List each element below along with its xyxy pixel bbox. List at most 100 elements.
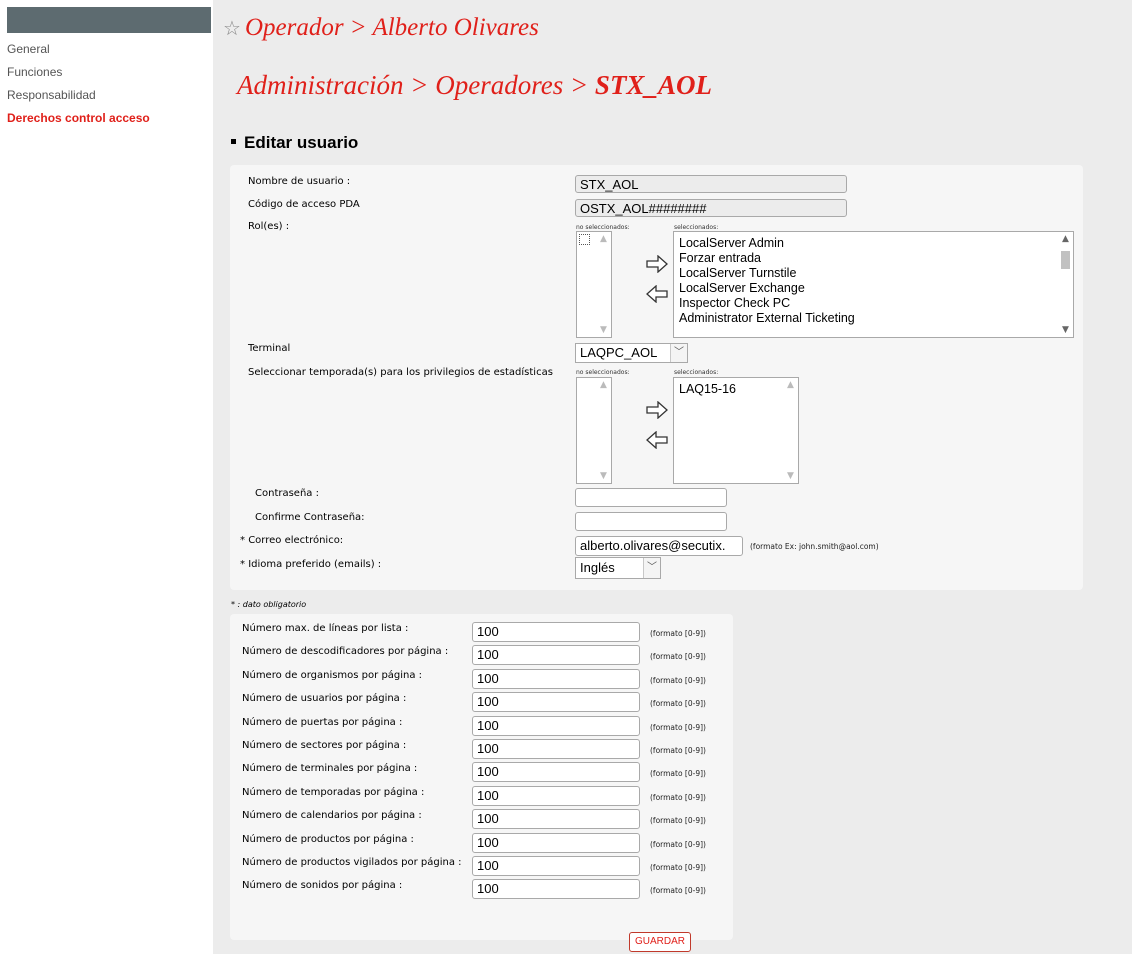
setting-field[interactable]: 100 (472, 715, 640, 736)
setting-format-hint: (formato [0-9]) (650, 863, 706, 872)
section-title-text: Editar usuario (244, 133, 359, 152)
scroll-up-icon[interactable]: ▲ (596, 378, 611, 392)
setting-field[interactable]: 100 (472, 692, 640, 713)
setting-label: Número de terminales por página : (242, 763, 418, 775)
setting-label: Número de calendarios por página : (242, 810, 422, 822)
setting-format-hint: (formato [0-9]) (650, 652, 706, 662)
sidebar-item-funciones[interactable]: Funciones (7, 64, 150, 87)
email-field[interactable]: alberto.olivares@secutix. (575, 536, 743, 556)
role-option[interactable]: LocalServer Turnstile (674, 266, 1073, 281)
setting-format-hint: (formato [0-9]) (650, 792, 706, 802)
terminal-select[interactable]: LAQPC_AOL ﹀ (575, 343, 688, 363)
role-option[interactable]: Forzar entrada (674, 251, 1073, 266)
main-content: ☆ Operador > Alberto Olivares Administrac… (213, 0, 1132, 954)
title-prefix: Operador > (244, 14, 373, 41)
setting-format-hint: (formato [0-9]) (650, 886, 706, 896)
add-season-arrow-icon[interactable] (646, 401, 668, 419)
setting-field[interactable]: 100 (472, 668, 640, 689)
seasons-selected-list[interactable]: LAQ15-16 ▲ ▼ (673, 377, 799, 484)
seasons-unselected-list[interactable]: ▲ ▼ (576, 377, 612, 484)
remove-role-arrow-icon[interactable] (646, 285, 668, 303)
scroll-down-icon[interactable]: ▼ (783, 469, 798, 483)
star-icon[interactable]: ☆ (223, 18, 241, 40)
setting-label: Número de sonidos por página : (242, 880, 403, 892)
setting-label: Número max. de líneas por lista : (242, 623, 409, 634)
setting-field[interactable]: 100 (472, 832, 640, 853)
username-field[interactable]: STX_AOL (575, 175, 847, 193)
setting-format-hint: (formato [0-9]) (650, 629, 706, 638)
setting-field[interactable]: 100 (472, 809, 640, 830)
setting-field[interactable]: 100 (472, 856, 640, 876)
bullet-icon (231, 139, 236, 145)
role-option[interactable]: Administrator External Ticketing (674, 311, 1073, 326)
setting-field[interactable]: 100 (472, 645, 640, 666)
scroll-down-icon[interactable]: ▼ (596, 469, 611, 483)
terminal-select-value: LAQPC_AOL (580, 345, 658, 360)
scroll-up-icon[interactable]: ▲ (783, 378, 798, 392)
role-option[interactable]: Inspector Check PC (674, 296, 1073, 311)
terminal-label: Terminal (248, 343, 291, 354)
language-label: * Idioma preferido (emails) : (240, 559, 382, 570)
roles-unselected-scrollbar[interactable]: ▲ ▼ (596, 232, 611, 337)
setting-label: Número de productos por página : (242, 833, 414, 845)
setting-label: Número de productos vigilados por página… (242, 857, 462, 868)
setting-format-hint: (formato [0-9]) (650, 816, 706, 826)
title-operator-name: Alberto Olivares (372, 14, 539, 41)
section-title: Editar usuario (231, 133, 358, 153)
required-note: * : dato obligatorio (231, 600, 307, 609)
setting-label: Número de descodificadores por página : (242, 646, 449, 658)
scroll-up-icon[interactable]: ▲ (596, 232, 611, 246)
sidebar: General Funciones Responsabilidad Derech… (0, 0, 212, 954)
scroll-down-icon[interactable]: ▼ (596, 323, 611, 337)
chevron-down-icon[interactable]: ﹀ (670, 344, 687, 362)
setting-format-hint: (formato [0-9]) (650, 839, 706, 849)
roles-selected-scrollbar[interactable]: ▲ ▼ (1058, 232, 1073, 337)
sidebar-item-derechos-control-acceso[interactable]: Derechos control acceso (7, 110, 150, 133)
setting-field[interactable]: 100 (472, 739, 640, 759)
setting-field[interactable]: 100 (472, 762, 640, 783)
roles-label: Rol(es) : (248, 221, 290, 232)
season-option[interactable]: LAQ15-16 (674, 382, 798, 397)
setting-field[interactable]: 100 (472, 785, 640, 806)
remove-season-arrow-icon[interactable] (646, 431, 668, 449)
sidebar-nav: General Funciones Responsabilidad Derech… (7, 41, 150, 133)
password-field[interactable] (575, 488, 727, 507)
add-role-arrow-icon[interactable] (646, 255, 668, 273)
setting-field[interactable]: 100 (472, 879, 640, 900)
sidebar-header-bar (7, 7, 211, 33)
password-label: Contraseña : (255, 488, 319, 499)
role-option[interactable]: LocalServer Exchange (674, 281, 1073, 296)
language-select[interactable]: Inglés ﹀ (575, 557, 661, 579)
seasons-selected-scrollbar[interactable]: ▲ ▼ (783, 378, 798, 483)
email-label: * Correo electrónico: (240, 535, 344, 546)
setting-label: Número de usuarios por página : (242, 693, 407, 705)
seasons-unselected-caption: no seleccionados: (576, 369, 630, 376)
role-option[interactable]: LocalServer Admin (674, 236, 1073, 251)
language-select-value: Inglés (580, 560, 615, 575)
roles-selected-list[interactable]: LocalServer Admin Forzar entrada LocalSe… (673, 231, 1074, 338)
scroll-down-icon[interactable]: ▼ (1058, 323, 1073, 337)
roles-selected-caption: seleccionados: (674, 224, 719, 231)
confirm-password-field[interactable] (575, 512, 727, 531)
chevron-down-icon[interactable]: ﹀ (643, 558, 660, 578)
breadcrumb-path: Administración > Operadores > (237, 70, 595, 100)
sidebar-item-responsabilidad[interactable]: Responsabilidad (7, 87, 150, 110)
scrollbar-thumb[interactable] (1061, 251, 1070, 269)
seasons-selected-caption: seleccionados: (674, 369, 719, 376)
sidebar-item-general[interactable]: General (7, 41, 150, 64)
setting-format-hint: (formato [0-9]) (650, 769, 706, 779)
setting-format-hint: (formato [0-9]) (650, 722, 706, 732)
seasons-unselected-scrollbar[interactable]: ▲ ▼ (596, 378, 611, 483)
setting-label: Número de temporadas por página : (242, 786, 425, 798)
pda-code-field[interactable]: OSTX_AOL######## (575, 199, 847, 217)
roles-unselected-list[interactable]: ▲ ▼ (576, 231, 612, 338)
setting-format-hint: (formato [0-9]) (650, 699, 706, 709)
setting-field[interactable]: 100 (472, 622, 640, 642)
scroll-up-icon[interactable]: ▲ (1058, 232, 1073, 246)
focus-indicator (579, 234, 590, 245)
save-button[interactable]: GUARDAR (629, 932, 692, 952)
username-label: Nombre de usuario : (248, 176, 351, 187)
edit-user-panel: Nombre de usuario : STX_AOL Código de ac… (230, 165, 1083, 590)
setting-label: Número de sectores por página : (242, 740, 407, 751)
page-title: ☆ Operador > Alberto Olivares (223, 14, 539, 42)
